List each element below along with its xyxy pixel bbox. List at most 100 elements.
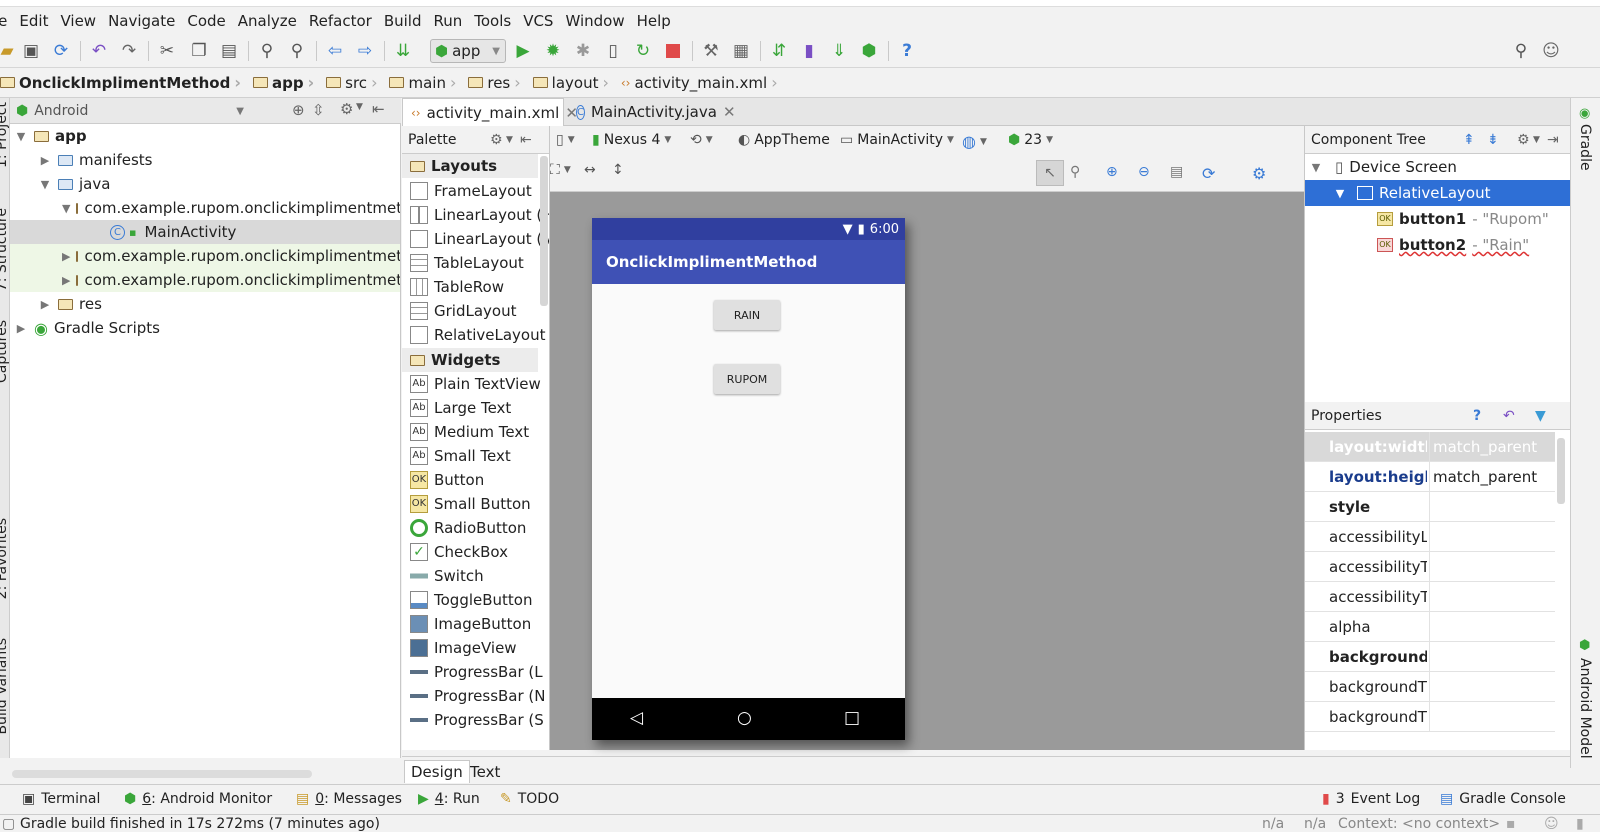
- apply-changes-icon[interactable]: ↻: [632, 40, 654, 62]
- palette-item[interactable]: OK Small Button: [410, 492, 531, 516]
- locale-select[interactable]: ◍ ▼: [962, 132, 987, 151]
- rupom-button[interactable]: RUPOM: [714, 364, 780, 394]
- tab-text[interactable]: Text: [464, 760, 506, 783]
- zoom-in-button[interactable]: ⊕: [1106, 164, 1118, 180]
- zoom-fit-button[interactable]: ⛶ ▼: [550, 162, 571, 178]
- run-tool-button[interactable]: ▶ 4: Run: [418, 791, 480, 807]
- make-project-icon[interactable]: ⇊: [392, 40, 414, 62]
- expand-arrow-icon[interactable]: ▼: [62, 202, 70, 215]
- preview-button[interactable]: ▤: [1170, 164, 1183, 180]
- replace-icon[interactable]: ⚲: [286, 40, 308, 62]
- menu-navigate[interactable]: Navigate: [102, 12, 181, 30]
- breadcrumb-item[interactable]: app ›: [247, 73, 320, 92]
- palette-item[interactable]: LinearLayout (V: [410, 227, 549, 251]
- chevron-down-icon[interactable]: ▼: [1533, 135, 1540, 145]
- menu-tools[interactable]: Tools: [468, 12, 517, 30]
- captures-tool-tab[interactable]: Captures: [0, 320, 10, 383]
- search-everywhere-icon[interactable]: ⚲: [1510, 40, 1532, 62]
- property-row[interactable]: layout:heightmatch_parent: [1305, 462, 1555, 492]
- gear-icon[interactable]: ⚙: [340, 100, 353, 118]
- gradle-console-tool-button[interactable]: ▤ Gradle Console: [1440, 791, 1566, 807]
- structure-tool-tab[interactable]: 7: Structure: [0, 208, 10, 291]
- tree-node-relativelayout[interactable]: ▼ RelativeLayout: [1305, 180, 1571, 206]
- render-settings-button[interactable]: ⚙: [1252, 164, 1266, 183]
- project-view-select[interactable]: ⬢ Android ▼: [16, 101, 244, 121]
- device-select[interactable]: ▮ Nexus 4 ▼: [592, 132, 671, 148]
- expand-arrow-icon[interactable]: ▼: [14, 130, 28, 143]
- palette-item[interactable]: Ab Medium Text: [410, 420, 529, 444]
- palette-item[interactable]: RadioButton: [410, 516, 526, 540]
- tab-mainactivity-java[interactable]: C MainActivity.java ✕: [568, 98, 736, 126]
- context-indicator[interactable]: Context: <no context>: [1338, 816, 1500, 832]
- api-level-select[interactable]: ⬢ 23 ▼: [1008, 132, 1053, 148]
- avd-manager-icon[interactable]: ▮: [798, 40, 820, 62]
- tree-item-package-test[interactable]: ▶ com.example.rupom.onclickimplimentmeth: [10, 244, 400, 268]
- expand-arrow-icon[interactable]: ▼: [1333, 187, 1347, 200]
- chevron-down-icon[interactable]: ▼: [506, 135, 513, 145]
- collapse-all-icon[interactable]: ⇟: [1487, 132, 1499, 148]
- tree-item-java[interactable]: ▼ java: [10, 172, 400, 196]
- palette-item[interactable]: RelativeLayout: [410, 323, 545, 347]
- gradle-tool-tab[interactable]: Gradle: [1577, 124, 1593, 171]
- debug-icon[interactable]: ✹: [542, 40, 564, 62]
- menu-refactor[interactable]: Refactor: [303, 12, 378, 30]
- property-row[interactable]: alpha: [1305, 612, 1555, 642]
- palette-item[interactable]: ProgressBar (L: [410, 660, 543, 684]
- menu-analyze[interactable]: Analyze: [232, 12, 303, 30]
- palette-group-widgets[interactable]: Widgets: [402, 348, 538, 372]
- inspector-icon[interactable]: ☺: [1544, 816, 1559, 832]
- layout-variant-select[interactable]: ▯ ▼: [556, 132, 575, 148]
- lock-icon[interactable]: ▪: [1506, 816, 1516, 832]
- rain-button[interactable]: RAIN: [714, 300, 780, 330]
- palette-item[interactable]: OK Button: [410, 468, 484, 492]
- undo-icon[interactable]: ↶: [88, 40, 110, 62]
- attach-debugger-icon[interactable]: ✱: [572, 40, 594, 62]
- user-icon[interactable]: ☺: [1540, 40, 1562, 62]
- cut-icon[interactable]: ✂: [156, 40, 178, 62]
- redo-icon[interactable]: ↷: [118, 40, 140, 62]
- expand-all-icon[interactable]: ⇞: [1463, 132, 1475, 148]
- property-row[interactable]: backgroundTin: [1305, 672, 1555, 702]
- tree-item-res[interactable]: ▶ res: [10, 292, 400, 316]
- tree-item-manifests[interactable]: ▶ manifests: [10, 148, 400, 172]
- filter-icon[interactable]: ▼: [1535, 408, 1546, 424]
- property-row[interactable]: layout:width match_parent: [1305, 432, 1555, 462]
- copy-icon[interactable]: ❐: [188, 40, 210, 62]
- match-height-button[interactable]: ↕: [612, 162, 624, 178]
- tree-node-button2[interactable]: OK button2- "Rain": [1305, 232, 1571, 258]
- menu-window[interactable]: Window: [559, 12, 630, 30]
- palette-item[interactable]: TableLayout: [410, 251, 524, 275]
- back-icon[interactable]: ◁: [630, 708, 643, 728]
- menu-vcs[interactable]: VCS: [517, 12, 559, 30]
- menu-edit[interactable]: Edit: [13, 12, 54, 30]
- settings-wrench-icon[interactable]: ⚒: [700, 40, 722, 62]
- menu-code[interactable]: Code: [181, 12, 231, 30]
- palette-item[interactable]: ProgressBar (S: [410, 708, 544, 732]
- sync-icon[interactable]: ⟳: [50, 40, 72, 62]
- tree-item-mainactivity[interactable]: C ▪ MainActivity: [10, 220, 400, 244]
- recents-icon[interactable]: □: [844, 708, 860, 728]
- expand-arrow-icon[interactable]: ▶: [62, 274, 70, 287]
- theme-select[interactable]: ◐ AppTheme: [738, 132, 830, 148]
- help-icon[interactable]: ?: [1473, 408, 1481, 424]
- palette-item[interactable]: Switch: [410, 564, 484, 588]
- palette-item[interactable]: ToggleButton: [410, 588, 532, 612]
- menu-run[interactable]: Run: [427, 12, 468, 30]
- breadcrumb-item[interactable]: main ›: [383, 73, 462, 92]
- palette-item[interactable]: ProgressBar (N: [410, 684, 546, 708]
- terminal-tool-button[interactable]: ▣ Terminal: [22, 791, 100, 807]
- gear-icon[interactable]: ⚙: [490, 132, 503, 148]
- tab-activity-main-xml[interactable]: ‹› activity_main.xml ✕: [402, 98, 578, 126]
- expand-arrow-icon[interactable]: ▶: [14, 322, 28, 335]
- tree-node-device-screen[interactable]: ▼ ▯ Device Screen: [1305, 154, 1571, 180]
- actual-size-button[interactable]: ⚲: [1070, 164, 1080, 180]
- palette-item[interactable]: GridLayout: [410, 299, 516, 323]
- todo-tool-button[interactable]: ✎ TODO: [500, 791, 559, 807]
- messages-tool-button[interactable]: ▤ 0: Messages: [296, 791, 402, 807]
- favorites-tool-tab[interactable]: 2: Favorites: [0, 518, 10, 599]
- android-model-tool-tab[interactable]: Android Model: [1577, 658, 1593, 759]
- run-icon[interactable]: ▶: [512, 40, 534, 62]
- sync-gradle-icon[interactable]: ⇵: [768, 40, 790, 62]
- android-device-monitor-icon[interactable]: ⬢: [858, 40, 880, 62]
- scroll-from-source-icon[interactable]: ⊕: [292, 101, 305, 119]
